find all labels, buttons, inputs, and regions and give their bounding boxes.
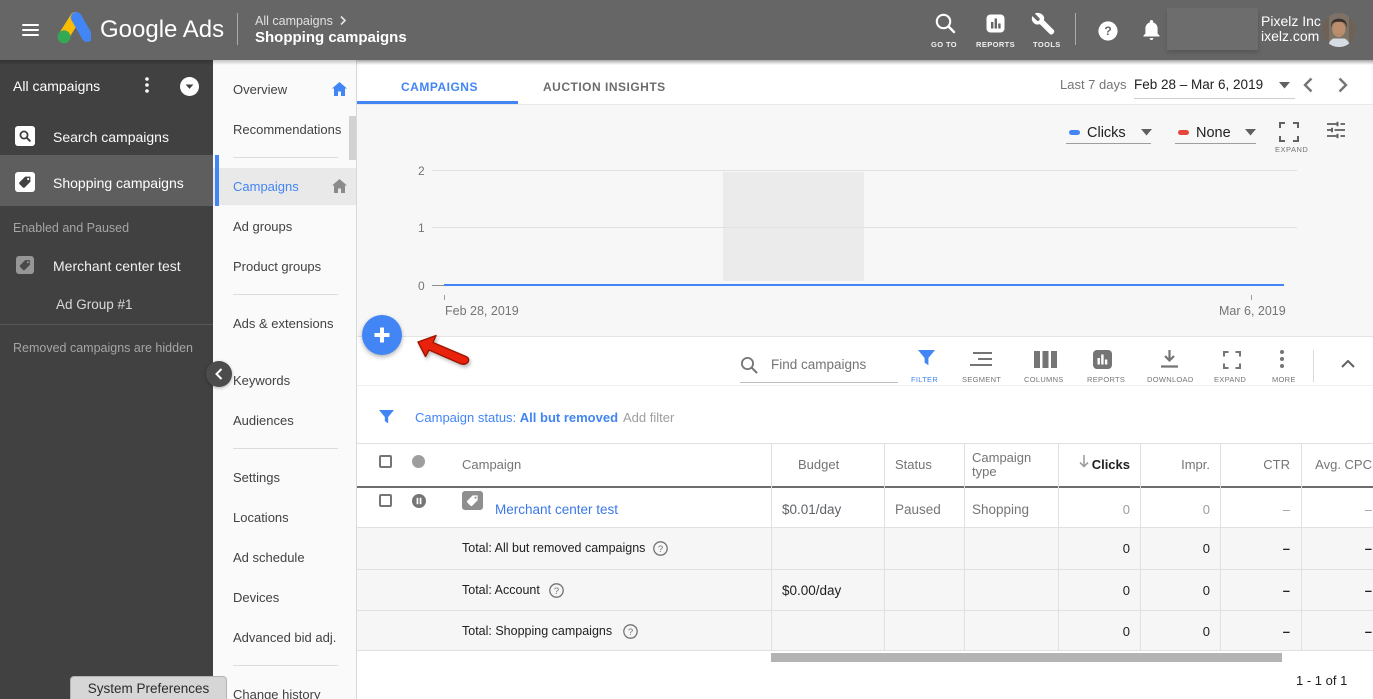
- svg-text:?: ?: [628, 627, 633, 638]
- svg-text:?: ?: [554, 586, 559, 597]
- svg-text:?: ?: [1104, 24, 1111, 38]
- svg-text:?: ?: [658, 544, 663, 555]
